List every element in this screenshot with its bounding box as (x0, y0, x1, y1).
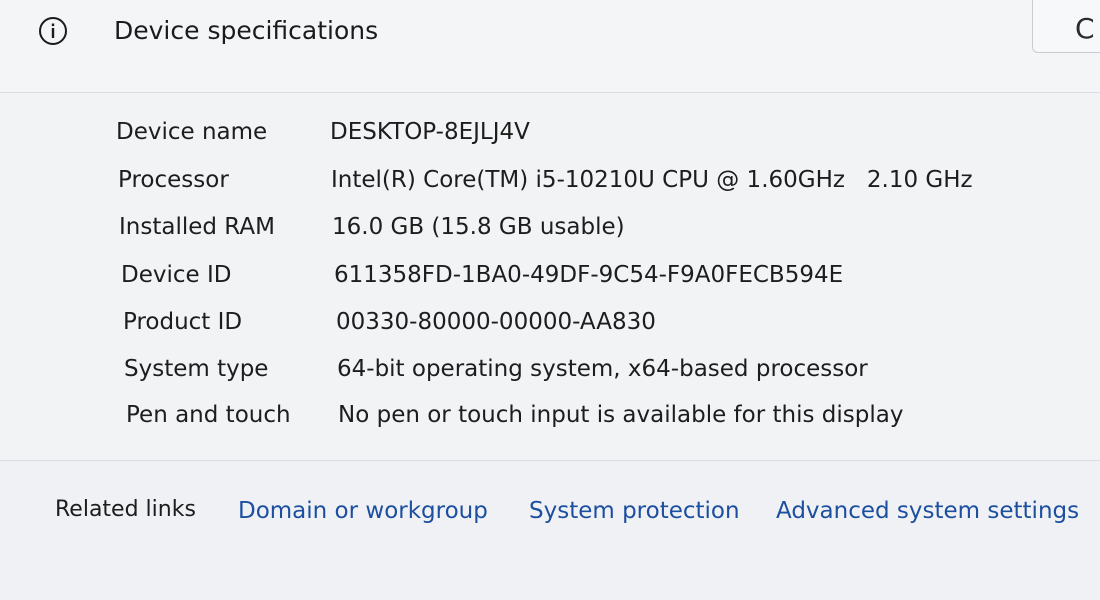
info-icon (39, 17, 67, 45)
spec-label: Pen and touch (126, 402, 291, 428)
spec-value: Intel(R) Core(TM) i5-10210U CPU @ 1.60GH… (331, 167, 973, 193)
spec-row-device-name: Device name DESKTOP-8EJLJ4V (0, 117, 1100, 163)
page-title: Device specifications (114, 16, 379, 45)
device-specs-list: Device name DESKTOP-8EJLJ4V Processor In… (0, 92, 1100, 461)
spec-row-product-id: Product ID 00330-80000-00000-AA830 (0, 307, 1100, 353)
spec-label: Processor (118, 167, 229, 193)
copy-button-label: C (1075, 12, 1095, 45)
spec-label: Device ID (121, 262, 232, 288)
spec-label: Installed RAM (119, 214, 275, 240)
link-domain-or-workgroup[interactable]: Domain or workgroup (238, 496, 488, 526)
spec-row-installed-ram: Installed RAM 16.0 GB (15.8 GB usable) (0, 212, 1100, 258)
spec-label: System type (124, 356, 269, 382)
related-links-section: Related links Domain or workgroup System… (0, 461, 1100, 600)
spec-label: Product ID (123, 309, 243, 335)
spec-value: No pen or touch input is available for t… (338, 402, 904, 428)
spec-row-pen-and-touch: Pen and touch No pen or touch input is a… (0, 400, 1100, 446)
spec-value: 16.0 GB (15.8 GB usable) (332, 214, 625, 240)
spec-row-processor: Processor Intel(R) Core(TM) i5-10210U CP… (0, 165, 1100, 211)
spec-value: 611358FD-1BA0-49DF-9C54-F9A0FECB594E (334, 262, 844, 288)
spec-label: Device name (116, 119, 268, 145)
copy-button[interactable]: C (1032, 0, 1100, 53)
link-advanced-system-settings[interactable]: Advanced system settings (776, 496, 1079, 526)
spec-row-system-type: System type 64-bit operating system, x64… (0, 354, 1100, 400)
related-links-label: Related links (55, 497, 196, 522)
settings-page: Device specifications C Device name DESK… (0, 0, 1100, 600)
device-specifications-header[interactable]: Device specifications C (0, 0, 1100, 93)
spec-value: DESKTOP-8EJLJ4V (330, 119, 530, 145)
spec-value: 64-bit operating system, x64-based proce… (337, 356, 868, 382)
spec-value: 00330-80000-00000-AA830 (336, 309, 656, 335)
link-system-protection[interactable]: System protection (529, 496, 740, 526)
spec-row-device-id: Device ID 611358FD-1BA0-49DF-9C54-F9A0FE… (0, 260, 1100, 306)
